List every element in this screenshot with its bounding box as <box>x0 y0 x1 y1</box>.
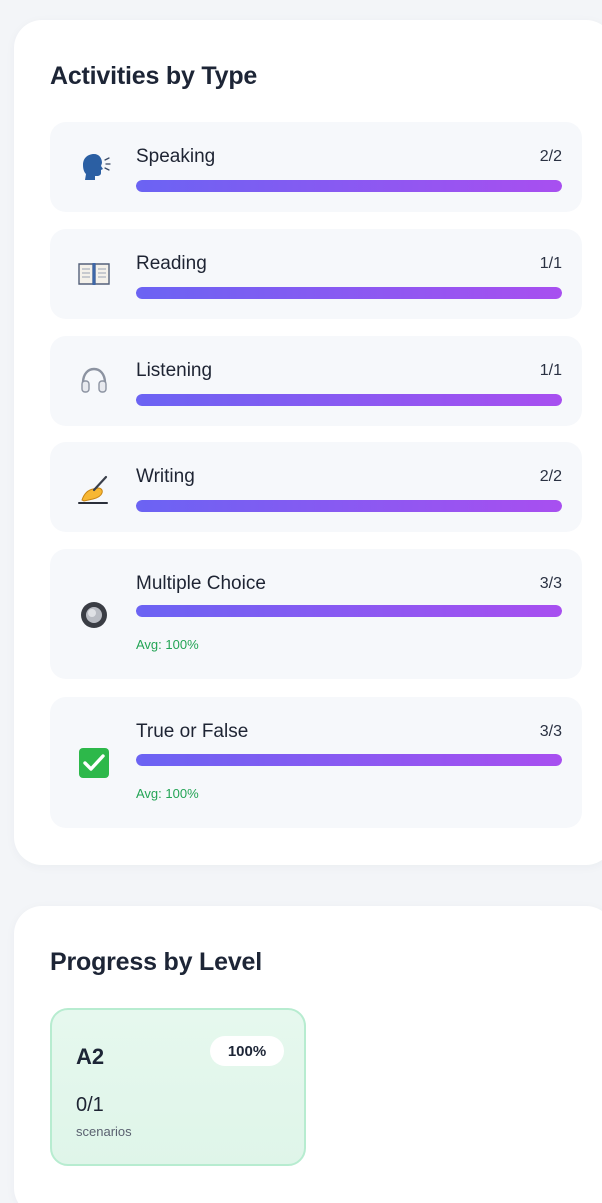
speaking-head-icon <box>76 148 112 184</box>
level-card-a2[interactable]: A2 100% 0/1 scenarios <box>50 1008 306 1166</box>
activity-count: 1/1 <box>539 362 562 379</box>
level-scenario-count: 0/1 <box>76 1094 104 1116</box>
progress-bar <box>136 754 562 766</box>
progress-bar <box>136 180 562 192</box>
writing-hand-icon <box>76 472 112 508</box>
activities-card: Activities by Type Speaking 2/2 Reading … <box>14 20 602 865</box>
activity-row-true-or-false[interactable]: True or False 3/3 Avg: 100% <box>50 697 582 828</box>
radio-button-icon <box>76 597 112 633</box>
activity-row-reading[interactable]: Reading 1/1 <box>50 229 582 319</box>
activity-name: Speaking <box>136 146 216 167</box>
activity-name: Writing <box>136 466 195 487</box>
levels-title: Progress by Level <box>50 948 262 976</box>
activity-name: Multiple Choice <box>136 573 266 594</box>
activity-row-listening[interactable]: Listening 1/1 <box>50 336 582 426</box>
progress-bar <box>136 287 562 299</box>
progress-fill <box>136 500 562 512</box>
activity-row-multiple-choice[interactable]: Multiple Choice 3/3 Avg: 100% <box>50 549 582 679</box>
level-name: A2 <box>76 1044 105 1069</box>
activity-count: 2/2 <box>539 148 562 165</box>
activity-count: 3/3 <box>539 723 562 740</box>
average-score: Avg: 100% <box>136 637 199 652</box>
activity-count: 3/3 <box>539 575 562 592</box>
progress-bar <box>136 394 562 406</box>
activities-title: Activities by Type <box>50 62 258 90</box>
activity-count: 1/1 <box>539 255 562 272</box>
headphones-icon <box>76 362 112 398</box>
activity-name: True or False <box>136 721 249 742</box>
activity-name: Reading <box>136 253 207 274</box>
progress-bar <box>136 605 562 617</box>
progress-fill <box>136 754 562 766</box>
average-score: Avg: 100% <box>136 786 199 801</box>
progress-fill <box>136 394 562 406</box>
activity-count: 2/2 <box>539 468 562 485</box>
activity-row-speaking[interactable]: Speaking 2/2 <box>50 122 582 212</box>
progress-bar <box>136 500 562 512</box>
level-scenario-unit: scenarios <box>76 1124 132 1139</box>
activity-row-writing[interactable]: Writing 2/2 <box>50 442 582 532</box>
check-mark-box-icon <box>76 745 112 781</box>
progress-fill <box>136 605 562 617</box>
levels-card: Progress by Level A2 100% 0/1 scenarios <box>14 906 602 1203</box>
activity-name: Listening <box>136 360 213 381</box>
level-percent-badge: 100% <box>210 1036 284 1066</box>
open-book-icon <box>76 255 112 291</box>
progress-fill <box>136 180 562 192</box>
progress-fill <box>136 287 562 299</box>
